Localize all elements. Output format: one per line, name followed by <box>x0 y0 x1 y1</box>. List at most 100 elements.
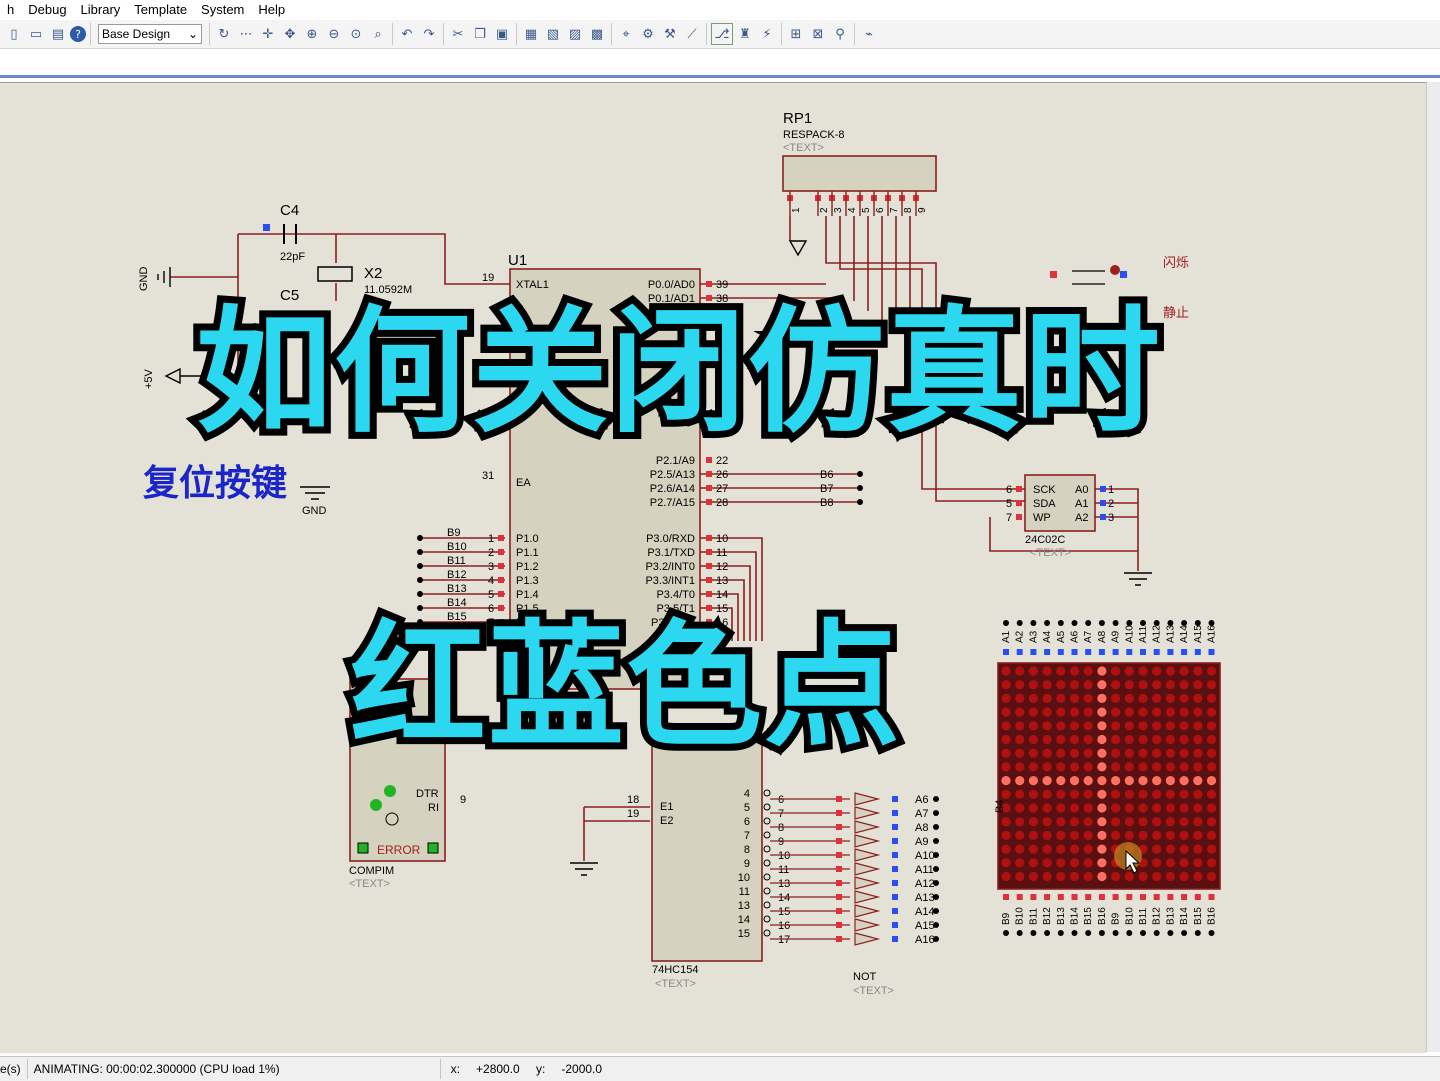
net-dot <box>1126 930 1133 936</box>
led-on <box>1097 666 1107 676</box>
remove-sheet-icon[interactable]: ⊠ <box>808 24 828 44</box>
rp1-body[interactable] <box>782 155 937 192</box>
block-move-icon[interactable]: ▧ <box>543 24 563 44</box>
paste-icon[interactable]: ▣ <box>492 24 512 44</box>
led-off <box>1206 844 1217 854</box>
hc154-e2-num: 19 <box>627 808 639 820</box>
matrix-top-pin <box>1044 649 1051 655</box>
led-off <box>1138 762 1148 772</box>
copy-icon[interactable]: ❐ <box>470 24 490 44</box>
u1-ref: U1 <box>508 252 527 269</box>
open-icon[interactable]: ▭ <box>26 24 46 44</box>
led-off <box>1165 858 1175 868</box>
gnd-symbol-eeprom <box>1124 572 1152 586</box>
led-off <box>1083 830 1093 841</box>
net-dot <box>1085 930 1092 936</box>
decompose-icon[interactable]: ⟋ <box>682 24 702 44</box>
matrix-bottom-pin <box>1140 894 1146 900</box>
grid-icon[interactable]: ⋯ <box>236 24 256 44</box>
rp1-pin-number: 2 <box>819 207 830 213</box>
led-off <box>1179 721 1189 731</box>
tools-group: ⎇ ♜ ⚡ <box>707 23 782 45</box>
zoom-all-icon[interactable]: ⊙ <box>346 24 366 44</box>
led-off <box>1069 707 1080 717</box>
matrix-bottom-pin <box>1085 894 1092 900</box>
hc154-out-number: 6 <box>778 794 784 806</box>
hc154-e1-num: 18 <box>627 794 639 806</box>
refresh-icon[interactable]: ↻ <box>214 24 234 44</box>
not-gate-icon <box>854 820 881 834</box>
block-copy-icon[interactable]: ▦ <box>521 24 541 44</box>
led-off <box>1069 748 1080 758</box>
led-off <box>1111 830 1121 841</box>
matrix-top-pin <box>1140 649 1146 655</box>
new-icon[interactable]: ▯ <box>4 24 24 44</box>
menu-item-debug[interactable]: Debug <box>21 0 73 20</box>
goto-sheet-icon[interactable]: ⚲ <box>830 24 850 44</box>
zoom-area-icon[interactable]: ⌕ <box>368 24 388 44</box>
netlist-tools: ⌁ <box>855 23 883 45</box>
undo-icon[interactable]: ↶ <box>397 24 417 44</box>
block-rotate-icon[interactable]: ▨ <box>565 24 585 44</box>
zoom-in-icon[interactable]: ⊕ <box>302 24 322 44</box>
menu-item-graph[interactable]: h <box>0 0 21 20</box>
led-off <box>1152 680 1162 690</box>
led-off <box>1001 871 1011 882</box>
menu-item-library[interactable]: Library <box>74 0 128 20</box>
blink-label: 闪烁 <box>1163 255 1189 270</box>
not-out-marker <box>892 796 898 802</box>
not-out-marker <box>892 880 898 886</box>
matrix-side-label: B4 <box>994 800 1006 813</box>
led-off <box>1015 748 1025 758</box>
matrix-bottom-labels: B9 B10 B11 B12 B13 B14 B15 B16 B9 B10 B11 B12 B13 B14… <box>1001 894 1218 936</box>
new-sheet-icon[interactable]: ⊞ <box>786 24 806 44</box>
matrix-bottom-pin <box>1208 894 1215 900</box>
help-icon[interactable]: ? <box>70 26 86 42</box>
led-off <box>1193 666 1203 676</box>
property-icon[interactable]: ⚡ <box>757 24 777 44</box>
packaging-icon[interactable]: ⚒ <box>660 24 680 44</box>
vertical-scrollbar[interactable] <box>1426 82 1440 1052</box>
block-delete-icon[interactable]: ▩ <box>587 24 607 44</box>
led-off <box>1152 817 1162 827</box>
zoom-out-icon[interactable]: ⊖ <box>324 24 344 44</box>
led-off <box>1124 693 1134 704</box>
block-tools: ▦ ▧ ▨ ▩ <box>517 23 612 45</box>
led-off <box>1179 803 1189 813</box>
led-off <box>1042 693 1052 704</box>
design-select[interactable]: Base Design ⌄ <box>98 24 202 44</box>
status-left: e(s) <box>0 1062 21 1076</box>
not-gate-array: A6 A7 A8 A9 A10 A11 A12 A13 A14 A15 A16 <box>854 792 939 946</box>
origin-icon[interactable]: ✛ <box>258 24 278 44</box>
save-icon[interactable]: ▤ <box>48 24 68 44</box>
redo-icon[interactable]: ↷ <box>419 24 439 44</box>
led-on <box>1097 844 1107 854</box>
led-off <box>1179 844 1189 854</box>
netlist-icon[interactable]: ⌁ <box>859 24 879 44</box>
pick-icon[interactable]: ⌖ <box>616 24 636 44</box>
menu-item-system[interactable]: System <box>194 0 251 20</box>
compim-error-led-icon-2 <box>427 842 439 854</box>
pan-icon[interactable]: ✥ <box>280 24 300 44</box>
not-out-label: A15 <box>915 920 935 932</box>
make-device-icon[interactable]: ⚙ <box>638 24 658 44</box>
status-separator-2 <box>439 1059 441 1079</box>
u1-pin-number: 22 <box>716 455 728 467</box>
matrix-bottom-label: B11 <box>1138 908 1149 925</box>
wire-autorouter-icon[interactable]: ⎇ <box>711 23 733 45</box>
cut-icon[interactable]: ✂ <box>448 24 468 44</box>
led-off <box>1124 666 1134 676</box>
led-off <box>1083 748 1093 758</box>
search-icon[interactable]: ♜ <box>735 24 755 44</box>
status-bar: e(s) ANIMATING: 00:00:02.300000 (CPU loa… <box>0 1056 1440 1081</box>
matrix-top-label: A11 <box>1138 626 1149 643</box>
led-off <box>1001 666 1011 676</box>
schematic-canvas[interactable]: GND +5V GND C4 22pF C5 X2 11.0592M RP1 R… <box>0 82 1426 1053</box>
led-off <box>1028 789 1038 799</box>
matrix-top-label: A15 <box>1193 625 1204 643</box>
menu-item-help[interactable]: Help <box>251 0 292 20</box>
blink-switch[interactable] <box>1050 265 1127 285</box>
led-off <box>1001 721 1011 731</box>
menu-item-template[interactable]: Template <box>127 0 194 20</box>
matrix-top-label: A9 <box>1111 630 1122 643</box>
